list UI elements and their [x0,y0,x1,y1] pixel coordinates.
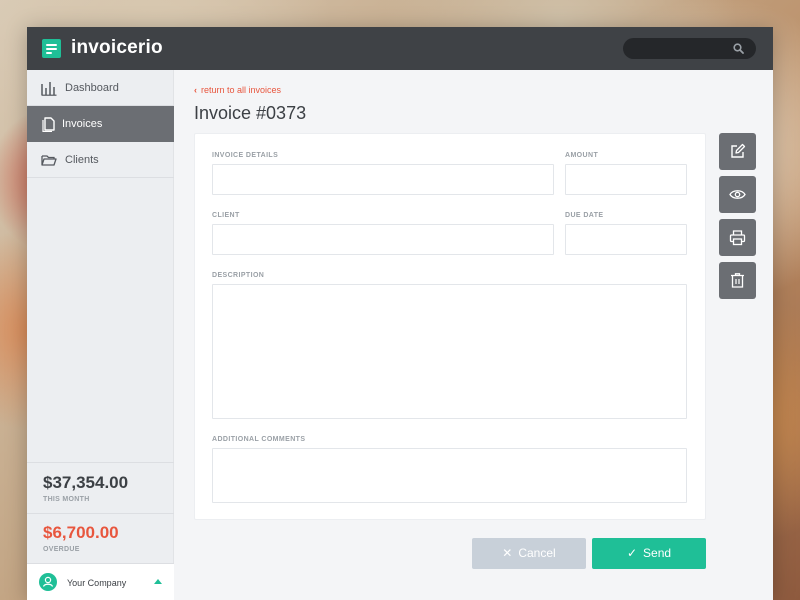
chevron-left-icon: ‹ [194,85,197,95]
app-window: invoicerio Dashboard Invoices Clients $3… [27,27,773,600]
sidebar-item-clients[interactable]: Clients [27,142,174,178]
send-label: Send [643,546,672,560]
search-input[interactable] [633,40,728,57]
logo-icon [42,39,61,58]
bar-chart-icon [41,82,57,96]
edit-icon [731,143,746,158]
sidebar-item-label: Clients [65,154,99,166]
send-button[interactable]: ✓ Send [592,538,706,569]
edit-button[interactable] [719,133,756,170]
amount-label: AMOUNT [565,152,599,159]
additional-comments-field[interactable] [212,448,687,503]
trash-icon [731,273,744,288]
cancel-button[interactable]: ✕ Cancel [472,538,586,569]
sidebar-item-label: Invoices [62,118,103,130]
caret-up-icon[interactable] [154,579,162,584]
overdue-value: $6,700.00 [43,523,119,542]
sidebar: Dashboard Invoices Clients $37,354.00 TH… [27,70,174,600]
top-bar: invoicerio [27,27,773,70]
client-label: CLIENT [212,212,240,219]
overdue-label: OVERDUE [43,546,80,553]
this-month-stat: $37,354.00 THIS MONTH [43,473,128,503]
due-date-label: DUE DATE [565,212,604,219]
print-button[interactable] [719,219,756,256]
close-icon: ✕ [502,546,513,560]
app-title: invoicerio [71,37,163,58]
cancel-label: Cancel [518,546,556,560]
user-icon [39,573,57,591]
folder-icon [41,155,57,166]
company-name: Your Company [67,578,127,588]
page-title: Invoice #0373 [194,103,307,123]
this-month-label: THIS MONTH [43,496,90,503]
additional-comments-label: ADDITIONAL COMMENTS [212,436,306,443]
amount-field[interactable] [565,164,687,195]
this-month-value: $37,354.00 [43,473,129,492]
preview-button[interactable] [719,176,756,213]
search-icon[interactable] [733,43,744,54]
delete-button[interactable] [719,262,756,299]
check-icon: ✓ [626,546,638,560]
document-icon [42,117,55,132]
sidebar-item-dashboard[interactable]: Dashboard [27,70,174,106]
overdue-stat: $6,700.00 OVERDUE [43,523,119,553]
due-date-field[interactable] [565,224,687,255]
back-link[interactable]: ‹ return to all invoices [194,85,281,95]
description-field[interactable] [212,284,687,419]
divider [27,462,174,463]
invoice-details-label: INVOICE DETAILS [212,152,279,159]
divider [27,513,174,514]
back-link-label: return to all invoices [201,85,282,95]
invoice-form: INVOICE DETAILS AMOUNT CLIENT DUE DATE D… [194,133,706,520]
search-box[interactable] [623,38,756,59]
client-field[interactable] [212,224,554,255]
description-label: DESCRIPTION [212,272,265,279]
sidebar-item-label: Dashboard [65,82,119,94]
company-switcher[interactable]: Your Company [27,563,174,600]
eye-icon [729,190,746,199]
sidebar-item-invoices[interactable]: Invoices [27,106,174,142]
printer-icon [729,230,746,246]
invoice-details-field[interactable] [212,164,554,195]
